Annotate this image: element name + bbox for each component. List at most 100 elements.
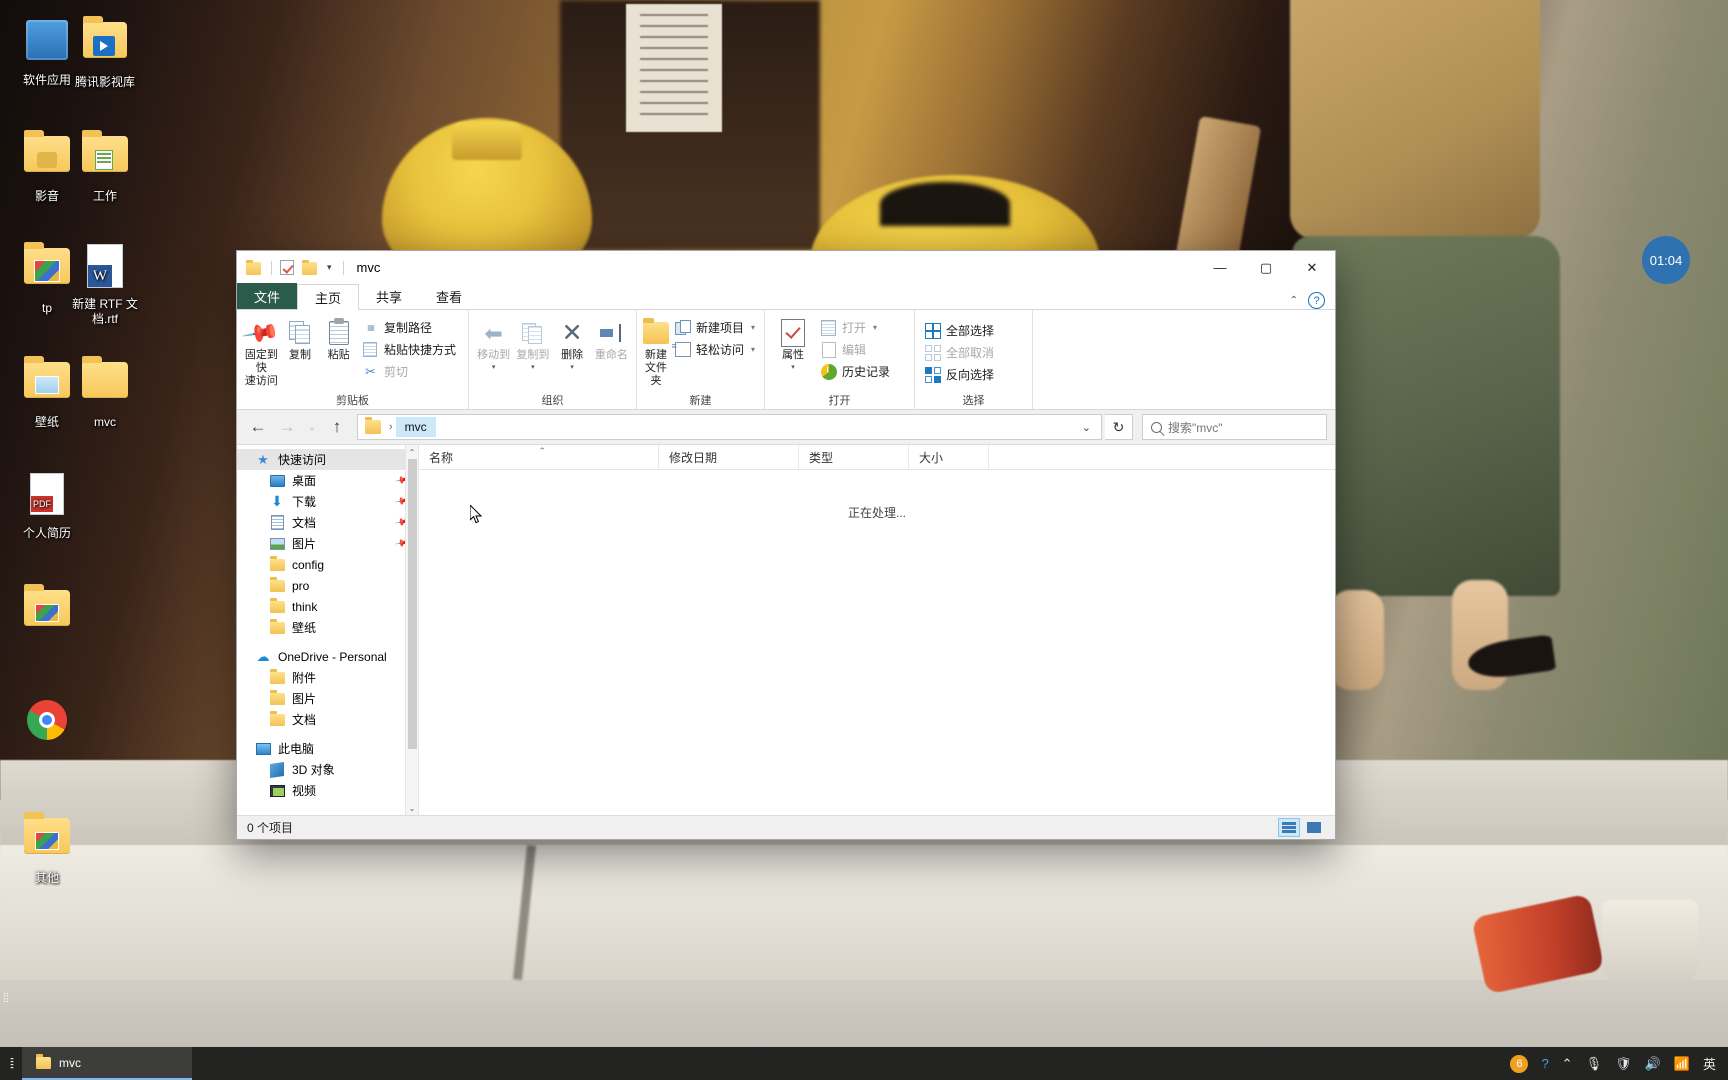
open-button[interactable]: 打开 ▾ [817, 317, 896, 338]
desktop-icon-generic-folder[interactable] [4, 584, 90, 643]
sidebar-item-attachments[interactable]: 附件 [237, 667, 418, 688]
sidebar-item-config[interactable]: config [237, 554, 418, 575]
select-all-button[interactable]: 全部选择 [921, 320, 1000, 341]
breadcrumb-item-mvc[interactable]: mvc [395, 417, 436, 437]
sidebar-item-onedrive-pictures[interactable]: 图片 [237, 688, 418, 709]
sidebar-item-downloads[interactable]: ⬇ 下载 📌 [237, 491, 418, 512]
microphone-icon[interactable]: 🎙 [1586, 1056, 1603, 1072]
copy-button[interactable]: 复制 [282, 314, 319, 362]
scrollbar-thumb[interactable] [408, 459, 417, 749]
chevron-down-icon[interactable]: ▾ [492, 361, 496, 374]
start-button[interactable]: ⦙⦙ [0, 1055, 22, 1072]
desktop-icon-resume[interactable]: PDF 个人简历 [4, 470, 90, 541]
sidebar-item-onedrive-documents[interactable]: 文档 [237, 709, 418, 730]
refresh-button[interactable]: ↻ [1105, 414, 1133, 440]
chevron-down-icon[interactable]: ▾ [791, 361, 795, 374]
tiles-view-button[interactable] [1303, 818, 1325, 837]
search-input[interactable]: 搜索"mvc" [1168, 419, 1223, 436]
new-folder-button[interactable]: 新建 文件夹 [643, 314, 669, 388]
folder-icon[interactable] [246, 260, 263, 275]
tab-file[interactable]: 文件 [237, 283, 298, 309]
folder-icon[interactable] [365, 417, 381, 434]
paste-button[interactable]: 粘贴 [320, 314, 357, 362]
show-hidden-icons-icon[interactable]: ⌃ [1562, 1056, 1573, 1072]
desktop-icon-chrome[interactable] [4, 698, 90, 753]
new-folder-icon[interactable] [302, 260, 319, 275]
search-box[interactable]: 搜索"mvc" [1142, 414, 1327, 440]
new-item-button[interactable]: 新建项目 ▾ [671, 317, 761, 338]
chevron-down-icon[interactable]: ⌄ [1072, 421, 1101, 434]
sidebar-item-pro[interactable]: pro [237, 575, 418, 596]
desktop-icon-mvc[interactable]: mvc [62, 356, 148, 430]
sidebar-item-videos[interactable]: 视频 [237, 780, 418, 801]
properties-icon[interactable] [280, 260, 297, 275]
tab-view[interactable]: 查看 [419, 283, 479, 309]
breadcrumb[interactable]: › mvc ⌄ [357, 414, 1102, 440]
easy-access-button[interactable]: 轻松访问 ▾ [671, 339, 761, 360]
chevron-down-icon[interactable]: ▾ [751, 323, 755, 332]
folder-icon [269, 689, 285, 707]
copy-path-button[interactable]: ▦ 复制路径 [359, 317, 462, 338]
column-header-name[interactable]: ⌃ 名称 [419, 444, 659, 470]
forward-button[interactable]: → [274, 414, 300, 440]
pin-to-quick-access-button[interactable]: 📌 固定到快 速访问 [241, 313, 281, 388]
sidebar-item-3d-objects[interactable]: 3D 对象 [237, 759, 418, 780]
desktop-icon-work[interactable]: 工作 [62, 130, 148, 204]
history-button[interactable]: 历史记录 [817, 361, 896, 382]
sidebar-item-onedrive[interactable]: ☁ OneDrive - Personal [237, 646, 418, 667]
invert-selection-button[interactable]: 反向选择 [921, 364, 1000, 385]
sidebar-item-quick-access[interactable]: ★ 快速访问 [237, 449, 418, 470]
chevron-down-icon[interactable]: ▾ [570, 361, 574, 374]
column-header-date-modified[interactable]: 修改日期 [659, 444, 799, 470]
sidebar-item-documents[interactable]: 文档 📌 [237, 512, 418, 533]
column-header-size[interactable]: 大小 [909, 444, 989, 470]
chevron-down-icon[interactable]: ▾ [751, 345, 755, 354]
tab-share[interactable]: 共享 [359, 283, 419, 309]
desktop-icon-other[interactable]: 其他 [4, 812, 90, 886]
paste-shortcut-button[interactable]: 粘贴快捷方式 [359, 339, 462, 360]
rename-button[interactable]: 重命名 [593, 314, 630, 362]
volume-icon[interactable]: 🔊 [1645, 1056, 1661, 1072]
sidebar-item-wallpaper[interactable]: 壁纸 [237, 617, 418, 638]
column-header-filler[interactable] [989, 445, 1335, 470]
navigation-scrollbar[interactable]: ⌃ ⌄ [405, 445, 418, 815]
file-list[interactable]: 正在处理... [419, 470, 1335, 815]
recent-locations-button[interactable]: ⌄ [303, 414, 321, 440]
taskbar-item-mvc[interactable]: mvc [22, 1047, 192, 1080]
select-none-button[interactable]: 全部取消 [921, 342, 1000, 363]
network-icon[interactable]: 📶 [1674, 1056, 1690, 1072]
scroll-up-icon[interactable]: ⌃ [406, 445, 418, 459]
notification-count-badge[interactable]: 6 [1510, 1054, 1529, 1073]
help-circle-icon[interactable]: ? [1541, 1056, 1548, 1071]
edit-button[interactable]: 编辑 [817, 339, 896, 360]
desktop-icon-label: 壁纸 [34, 415, 59, 429]
chevron-down-icon[interactable]: ▾ [324, 262, 335, 273]
cut-button[interactable]: ✂ 剪切 [359, 361, 462, 382]
sidebar-item-this-pc[interactable]: 此电脑 [237, 738, 418, 759]
help-icon[interactable]: ? [1308, 292, 1325, 309]
copy-to-button[interactable]: 复制到 ▾ [514, 314, 551, 374]
up-button[interactable]: ↑ [324, 414, 350, 440]
move-to-button[interactable]: ⬅ 移动到 ▾ [475, 314, 512, 374]
scroll-down-icon[interactable]: ⌄ [406, 801, 418, 815]
chevron-down-icon[interactable]: ▾ [873, 323, 877, 332]
desktop-icon-rtf-document[interactable]: W 新建 RTF 文档.rtf [62, 242, 148, 327]
desktop-icon-tencent-video[interactable]: 腾讯影视库 [62, 16, 148, 90]
back-button[interactable]: ← [245, 414, 271, 440]
breadcrumb-separator[interactable]: › [386, 421, 396, 433]
sidebar-item-think[interactable]: think [237, 596, 418, 617]
sidebar-item-pictures[interactable]: 图片 📌 [237, 533, 418, 554]
details-view-button[interactable] [1278, 818, 1300, 837]
close-button[interactable]: ✕ [1289, 251, 1335, 284]
ime-language-icon[interactable]: 英 [1703, 1054, 1716, 1073]
maximize-button[interactable]: ▢ [1243, 251, 1289, 284]
shield-icon[interactable]: 🛡 [1615, 1056, 1632, 1072]
minimize-button[interactable]: — [1197, 251, 1243, 284]
tab-home[interactable]: 主页 [297, 284, 360, 310]
collapse-ribbon-icon[interactable]: ⌃ [1290, 295, 1298, 306]
properties-button[interactable]: 属性 ▾ [771, 314, 815, 374]
sidebar-item-desktop[interactable]: 桌面 📌 [237, 470, 418, 491]
column-header-type[interactable]: 类型 [799, 444, 909, 470]
chevron-down-icon[interactable]: ▾ [531, 361, 535, 374]
delete-button[interactable]: ✕ 删除 ▾ [554, 314, 591, 374]
